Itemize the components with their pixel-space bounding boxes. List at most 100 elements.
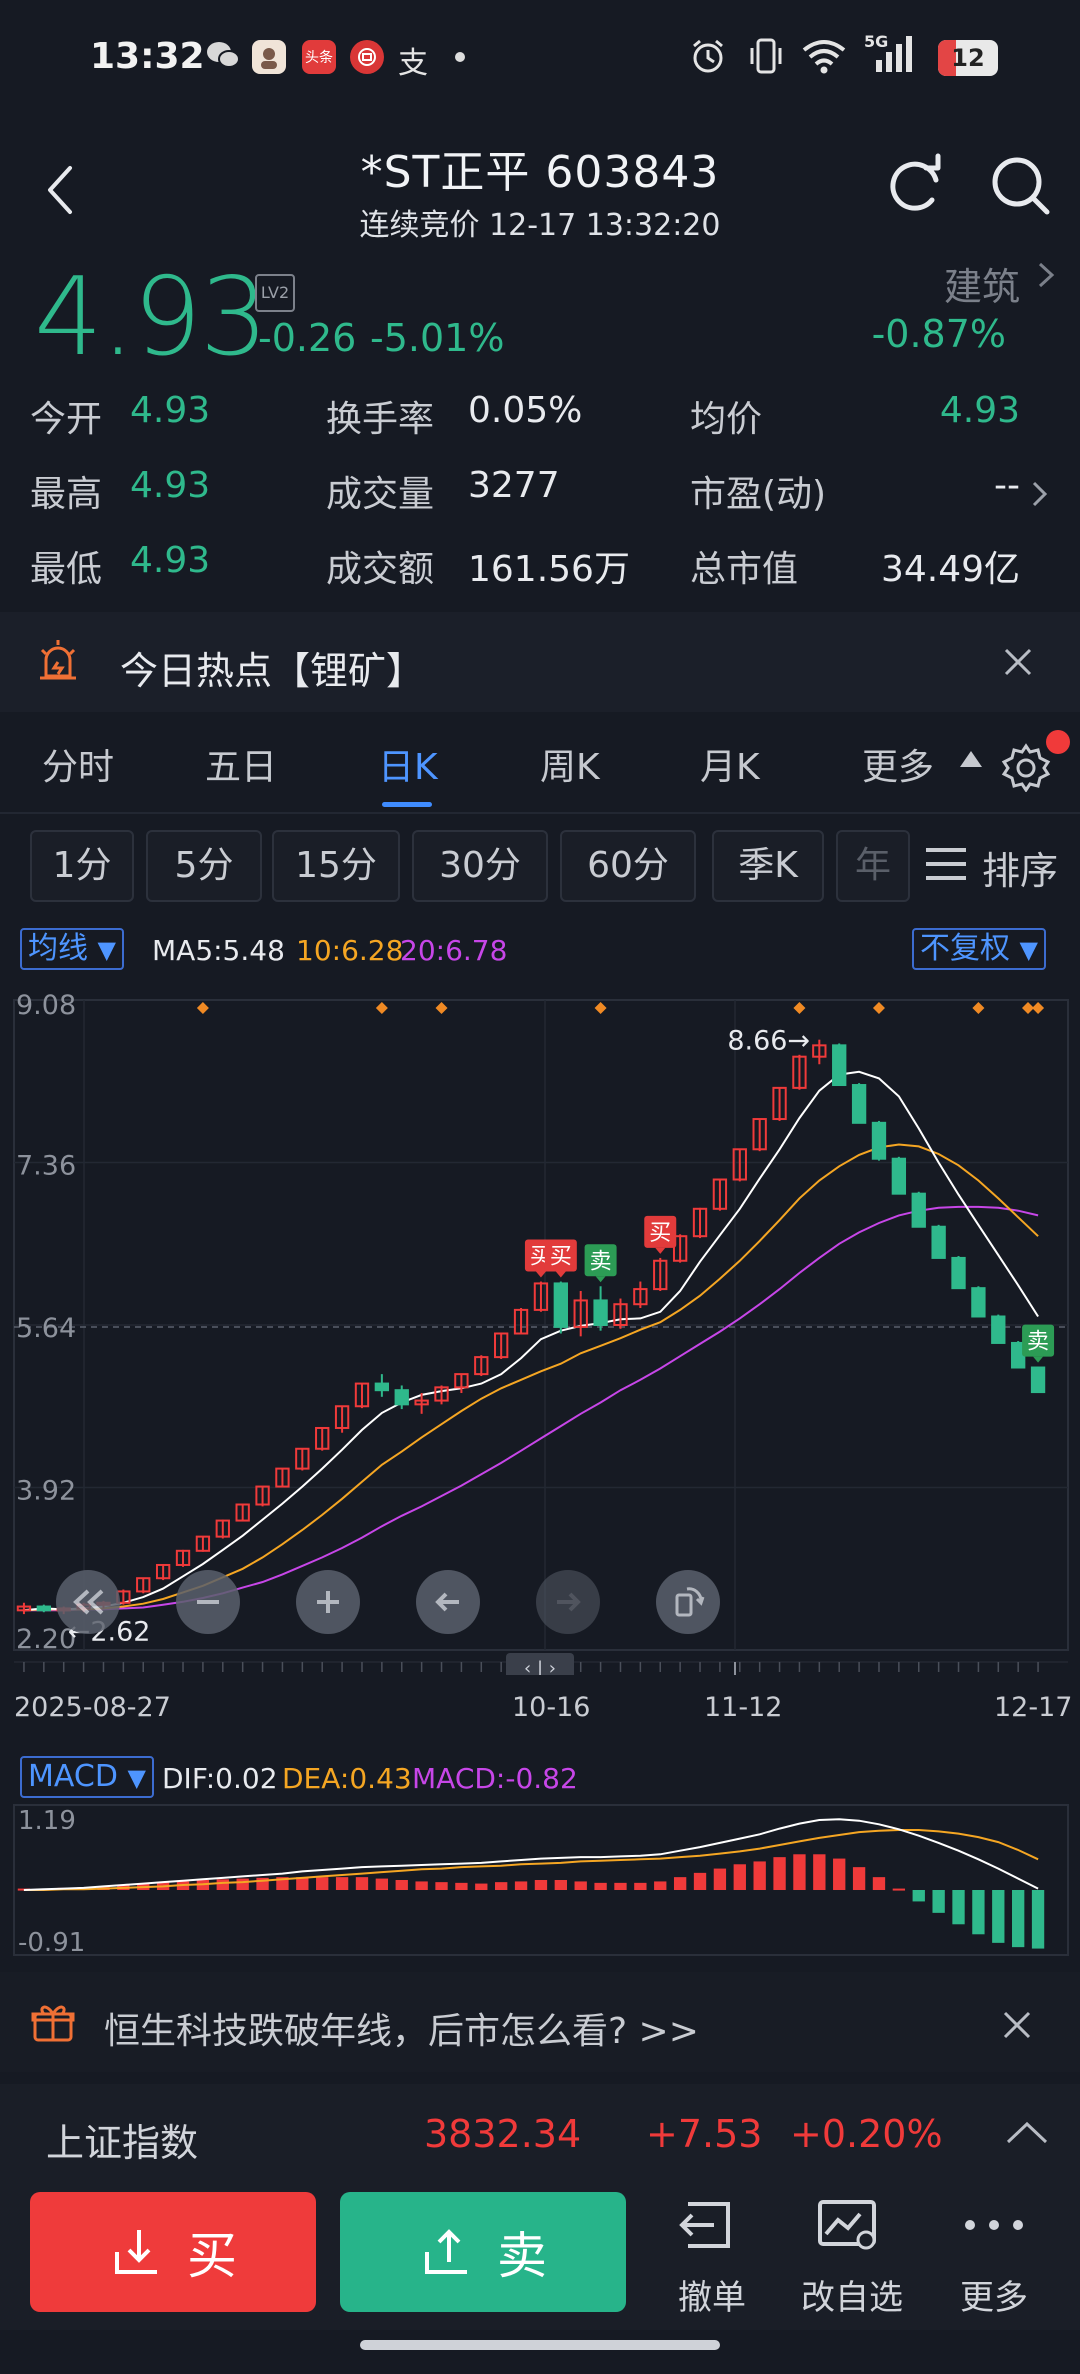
event-marker [435,1002,448,1014]
stat-label: 今开 [30,399,103,440]
candle-body [871,1121,887,1160]
candle-body [832,1044,847,1087]
macd-bar [654,1881,667,1890]
adjust-selector[interactable]: 不复权 ▼ [912,928,1047,970]
candle-body [374,1382,390,1392]
y-tick-label: 3.92 [16,1476,76,1507]
close-icon[interactable] [1000,2008,1034,2046]
refresh-button[interactable] [880,150,950,220]
macd-bar [395,1880,408,1890]
tab-3[interactable]: 周K [540,738,600,790]
home-indicator[interactable] [360,2340,720,2350]
sort-list-icon[interactable] [924,846,968,886]
event-marker [793,1002,806,1014]
buy-arrow-icon [115,2230,157,2274]
period-4[interactable]: 60分 [560,830,696,902]
tab-4[interactable]: 月K [700,738,760,790]
period-2[interactable]: 15分 [272,830,400,902]
zoom-out-icon[interactable] [176,1570,240,1634]
alarm-icon [688,36,728,80]
chevron-up-icon[interactable] [1004,2118,1050,2152]
triangle-up-icon[interactable] [958,748,984,774]
x-date-end: 12-17 [994,1692,1073,1723]
battery-level: 12 [951,44,985,72]
macd-bar [793,1854,806,1890]
candle-body [931,1225,946,1259]
macd-y-tick: -0.91 [18,1928,85,1958]
macd-bar [673,1877,687,1890]
more-label[interactable]: 更多 [934,2270,1054,2319]
tab-2[interactable]: 日K [378,738,438,790]
stat-label: 市盈(动) [690,474,827,515]
rewind-icon[interactable] [56,1570,120,1634]
tab-0[interactable]: 分时 [42,738,114,790]
search-button[interactable] [985,150,1055,220]
macd-bar [952,1890,965,1925]
status-time: 13:32 [90,36,205,77]
tab-1[interactable]: 五日 [205,738,277,790]
level2-badge[interactable]: LV2 [255,274,295,312]
index-change-percent: +0.20% [790,2112,943,2156]
ma-selector[interactable]: 均线 ▼ [20,928,125,970]
stat-label: 最低 [30,549,103,590]
y-tick-label: 5.64 [16,1313,76,1344]
period-3[interactable]: 30分 [412,830,548,902]
macd-bar [216,1879,229,1890]
period-6[interactable]: 年 [836,830,910,902]
current-price: 4.93 [34,255,268,380]
edit-watchlist-label[interactable]: 改自选 [792,2270,912,2319]
tab-5[interactable]: 更多 [862,738,934,790]
arrow-left-icon[interactable] [416,1570,480,1634]
period-0[interactable]: 1分 [30,830,134,902]
gift-icon [30,1998,76,2048]
stat-value: 3277 [468,465,560,506]
cancel-order-label[interactable]: 撤单 [652,2270,772,2319]
hot-topic-text[interactable]: 今日热点【锂矿】 [120,640,424,695]
macd-bar [634,1882,647,1890]
macd-bar [713,1868,727,1890]
candle-body [891,1157,907,1195]
buy-button[interactable]: 买 [30,2192,316,2312]
sector-change: -0.87% [871,312,1006,356]
macd-bar [872,1877,886,1890]
macd-bar [892,1888,906,1891]
event-marker [972,1002,985,1014]
more-notifications-dot [455,52,465,62]
macd-y-tick: 1.19 [18,1806,76,1836]
candle-body [593,1299,608,1326]
period-5[interactable]: 季K [712,830,824,902]
period-1[interactable]: 5分 [146,830,262,902]
macd-bar [813,1854,826,1890]
wechat-icon [205,38,241,76]
sector-name[interactable]: 建筑 [944,256,1020,311]
macd-bar [455,1882,468,1890]
sell-button[interactable]: 卖 [340,2192,626,2312]
settings-gear-icon[interactable] [1000,740,1052,796]
index-name: 上证指数 [46,2121,199,2165]
macd-bar [773,1857,786,1890]
stat-value: 4.93 [939,390,1020,431]
macd-chart[interactable]: 1.19 -0.91 [0,1800,1080,1960]
chevron-right-icon[interactable] [1036,258,1056,301]
more-dots-icon[interactable] [962,2210,1026,2244]
chevron-right-icon[interactable] [1030,478,1050,514]
close-icon[interactable] [1000,644,1036,684]
edit-watchlist-icon[interactable] [816,2196,880,2258]
macd-bar [574,1881,587,1890]
news-banner-text[interactable]: 恒生科技跌破年线，后市怎么看? >> [104,2002,699,2054]
event-marker [872,1002,885,1014]
cancel-order-icon[interactable] [674,2196,738,2258]
sort-button[interactable]: 排序 [982,840,1058,895]
alarm-bell-icon [34,636,82,688]
stat-value: 4.93 [130,540,211,581]
arrow-right-icon[interactable] [536,1570,600,1634]
macd-selector[interactable]: MACD ▼ [20,1756,154,1798]
avatar-app-icon [252,40,286,74]
rotate-screen-icon[interactable] [656,1570,720,1634]
macd-bar [972,1890,985,1935]
macd-bar [495,1882,508,1890]
macd-bar [475,1883,488,1890]
x-date-2: 10-16 [512,1692,591,1723]
zoom-in-icon[interactable] [296,1570,360,1634]
candlestick-chart[interactable]: 9.087.365.643.922.20买买买卖卖8.66→←2.62‹ | › [0,975,1080,1675]
